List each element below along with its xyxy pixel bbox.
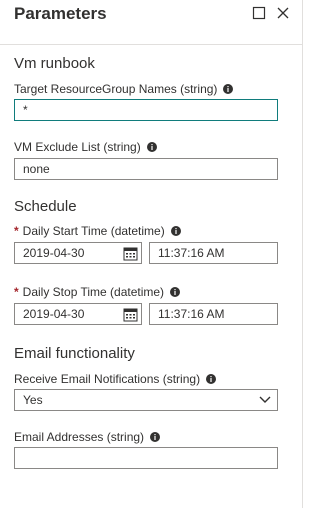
email-addresses-label: Email Addresses (string) xyxy=(14,430,161,444)
stop-date-input[interactable]: 2019-04-30 xyxy=(14,303,142,325)
info-icon[interactable] xyxy=(150,432,161,442)
email-addresses-label-text: Email Addresses (string) xyxy=(14,430,145,444)
section-email: Email functionality xyxy=(14,345,135,362)
chevron-down-icon[interactable] xyxy=(259,396,271,404)
section-schedule: Schedule xyxy=(14,198,77,215)
stop-time-label-text: Daily Stop Time (datetime) xyxy=(22,285,165,299)
info-icon[interactable] xyxy=(223,84,234,94)
email-addresses-input[interactable] xyxy=(14,447,278,469)
required-marker: * xyxy=(14,285,19,299)
vm-exclude-label-text: VM Exclude List (string) xyxy=(14,140,141,154)
stop-time-label: * Daily Stop Time (datetime) xyxy=(14,285,181,299)
stop-time-input[interactable]: 11:37:16 AM xyxy=(149,303,278,325)
info-icon[interactable] xyxy=(146,142,157,152)
start-date-input[interactable]: 2019-04-30 xyxy=(14,242,142,264)
calendar-icon[interactable] xyxy=(123,246,138,261)
parameters-panel: Parameters Vm runbook Target ResourceGro… xyxy=(0,0,303,508)
start-date-value: 2019-04-30 xyxy=(23,246,85,260)
required-marker: * xyxy=(14,224,19,238)
vm-exclude-input[interactable]: none xyxy=(14,158,278,180)
close-icon[interactable] xyxy=(276,6,290,20)
maximize-icon[interactable] xyxy=(252,6,266,20)
section-vm-runbook: Vm runbook xyxy=(14,55,95,72)
calendar-icon[interactable] xyxy=(123,307,138,322)
start-time-label-text: Daily Start Time (datetime) xyxy=(22,224,165,238)
panel-header: Parameters xyxy=(0,0,302,45)
info-icon[interactable] xyxy=(206,374,217,384)
vm-exclude-label: VM Exclude List (string) xyxy=(14,140,157,154)
email-notify-select[interactable]: Yes xyxy=(14,389,278,411)
start-time-input[interactable]: 11:37:16 AM xyxy=(149,242,278,264)
stop-date-value: 2019-04-30 xyxy=(23,307,85,321)
target-rg-label-text: Target ResourceGroup Names (string) xyxy=(14,82,218,96)
email-notify-selected: Yes xyxy=(23,393,43,407)
email-notify-label: Receive Email Notifications (string) xyxy=(14,372,217,386)
page-title: Parameters xyxy=(14,4,107,23)
start-time-label: * Daily Start Time (datetime) xyxy=(14,224,181,238)
email-notify-label-text: Receive Email Notifications (string) xyxy=(14,372,201,386)
target-rg-label: Target ResourceGroup Names (string) xyxy=(14,82,234,96)
info-icon[interactable] xyxy=(170,226,181,236)
info-icon[interactable] xyxy=(170,287,181,297)
target-rg-input[interactable]: * xyxy=(14,99,278,121)
